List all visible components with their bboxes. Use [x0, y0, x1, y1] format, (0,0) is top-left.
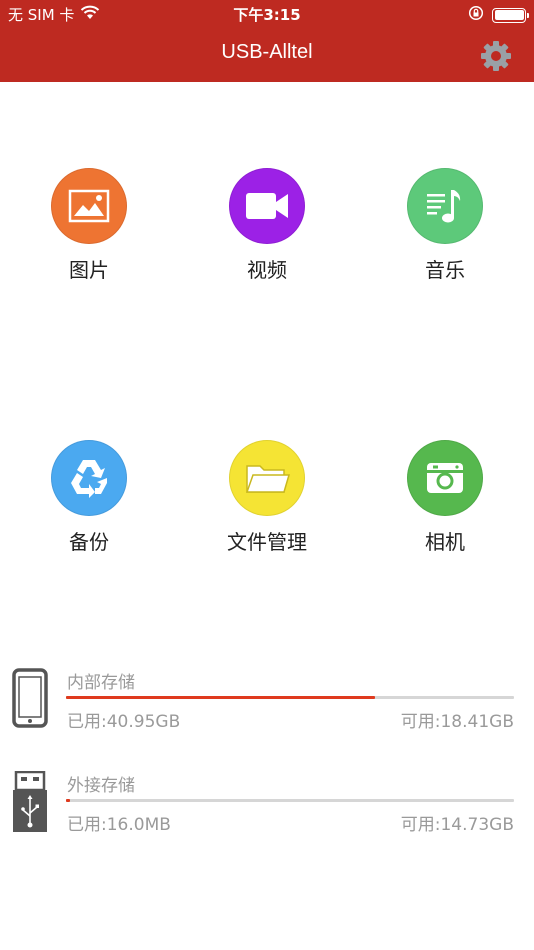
battery-icon: [492, 7, 529, 23]
storage-available: 可用:18.41GB: [400, 712, 514, 732]
storage-used: 已用:40.95GB: [67, 712, 181, 732]
backup-circle: [51, 440, 127, 516]
storage-internal[interactable]: 内部存储 已用:40.95GB 可用:18.41GB: [0, 668, 534, 748]
grid-item-pictures[interactable]: 图片: [4, 168, 174, 288]
status-right: [468, 5, 529, 25]
storage-used: 已用:16.0MB: [67, 815, 171, 835]
pictures-circle: [51, 168, 127, 244]
files-circle: [229, 440, 305, 516]
status-time: 下午3:15: [233, 6, 301, 24]
music-circle: [407, 168, 483, 244]
videos-circle: [229, 168, 305, 244]
grid-label: 图片: [69, 258, 109, 282]
grid-item-camera[interactable]: 相机: [360, 440, 530, 560]
phone-icon: [12, 668, 48, 732]
image-icon: [68, 189, 110, 223]
grid-item-videos[interactable]: 视频: [182, 168, 352, 288]
camera-icon: [427, 463, 463, 493]
grid-label: 文件管理: [227, 530, 307, 554]
grid-item-files[interactable]: 文件管理: [182, 440, 352, 560]
grid-label: 相机: [425, 530, 465, 554]
settings-button[interactable]: [478, 38, 514, 74]
app-header: 无 SIM 卡 下午3:15 USB-Alltel: [0, 0, 534, 82]
storage-progress-track: [66, 799, 514, 802]
status-bar: 无 SIM 卡 下午3:15: [0, 0, 534, 28]
gear-icon: [481, 41, 511, 71]
camera-circle: [407, 440, 483, 516]
page-title: USB-Alltel: [221, 41, 313, 63]
storage-progress-fill: [66, 799, 71, 802]
grid-label: 备份: [69, 530, 109, 554]
storage-name: 外接存储: [67, 776, 135, 796]
usb-drive-icon: [12, 770, 48, 837]
recycle-icon: [71, 460, 107, 498]
storage-available: 可用:14.73GB: [400, 815, 514, 835]
grid-label: 视频: [247, 258, 287, 282]
storage-progress-fill: [66, 696, 376, 699]
storage-progress-track: [66, 696, 514, 699]
grid-label: 音乐: [425, 258, 465, 282]
music-note-icon: [427, 190, 461, 223]
storage-external[interactable]: 外接存储 已用:16.0MB 可用:14.73GB: [0, 770, 534, 851]
grid-item-backup[interactable]: 备份: [4, 440, 174, 560]
grid-item-music[interactable]: 音乐: [360, 168, 530, 288]
folder-icon: [245, 465, 290, 493]
video-camera-icon: [246, 193, 288, 219]
storage-name: 内部存储: [67, 673, 135, 693]
orientation-lock-icon: [468, 5, 484, 25]
